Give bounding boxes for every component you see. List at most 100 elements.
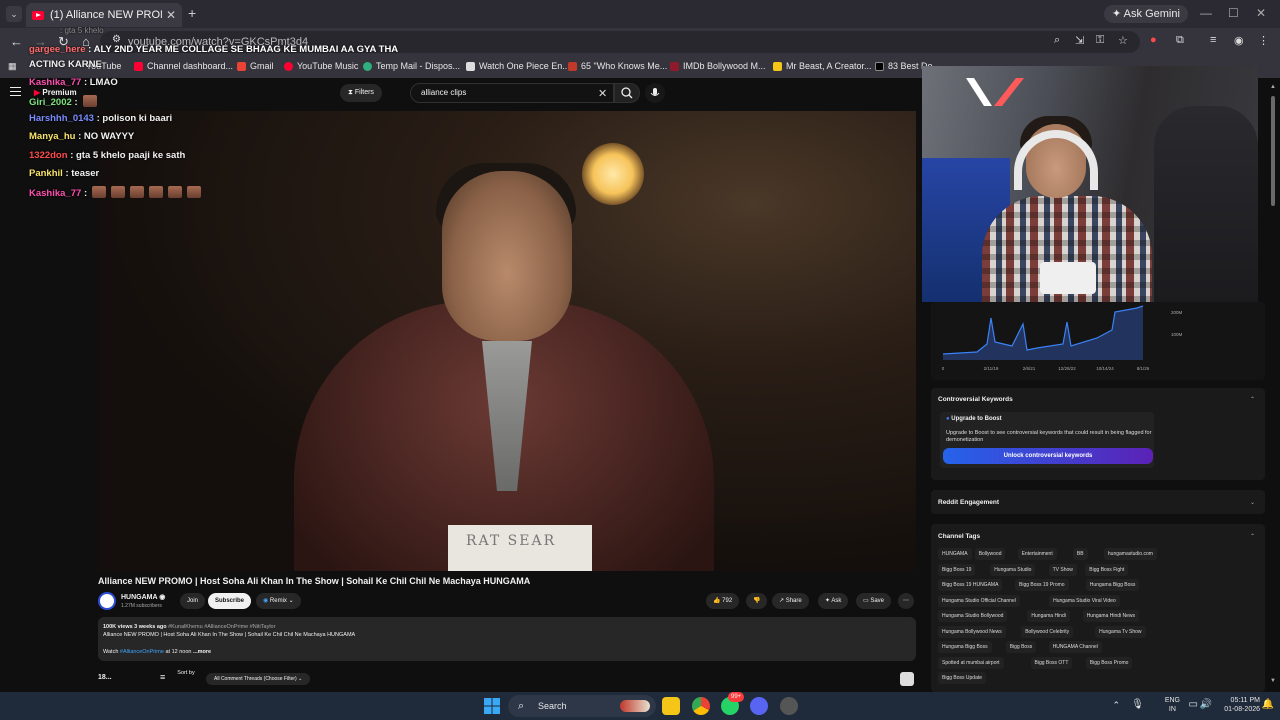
bookmark-gmail[interactable]: Gmail bbox=[237, 61, 274, 71]
ask-button[interactable]: ✦ Ask bbox=[818, 593, 849, 609]
channel-tag[interactable]: Bollywood bbox=[974, 548, 1006, 560]
scroll-up-arrow[interactable]: ▲ bbox=[1270, 84, 1276, 90]
channel-tag[interactable]: Hungama Bigg Boss bbox=[938, 641, 992, 653]
sort-icon[interactable]: ≡ bbox=[160, 672, 165, 682]
video-description[interactable]: 100K views 3 weeks ago #KunalKhemu #Alli… bbox=[98, 617, 916, 661]
close-window-button[interactable]: ✕ bbox=[1256, 6, 1266, 20]
profile-avatar[interactable]: ◉ bbox=[1234, 34, 1244, 47]
sort-by-button[interactable]: Sort by bbox=[176, 670, 196, 676]
maximize-button[interactable]: ☐ bbox=[1228, 6, 1239, 20]
channel-tag[interactable]: Bigg Boss 19 HUNGAMA bbox=[938, 579, 1003, 591]
back-button[interactable]: ← bbox=[10, 34, 23, 49]
new-tab-button[interactable]: + bbox=[188, 5, 196, 21]
bookmark-imdb[interactable]: IMDb Bollywood M... bbox=[670, 61, 766, 71]
more-actions-button[interactable]: ⋯ bbox=[898, 593, 914, 609]
discord-icon[interactable] bbox=[750, 697, 768, 715]
channel-tag[interactable]: Hungama Studio Official Channel bbox=[938, 594, 1020, 607]
bookmark-temp-mail[interactable]: Temp Mail - Dispos... bbox=[363, 61, 460, 71]
filters-button[interactable]: ⧗ Filters bbox=[340, 84, 382, 102]
ask-gemini-button[interactable]: ✦ Ask Gemini bbox=[1104, 5, 1188, 23]
bookmark-one-piece[interactable]: Watch One Piece En... bbox=[466, 61, 570, 71]
close-tab-icon[interactable]: ✕ bbox=[166, 8, 176, 22]
video-player[interactable]: RAT SEAR bbox=[98, 111, 916, 571]
volume-icon[interactable]: 🔊 bbox=[1200, 699, 1212, 710]
zoom-icon[interactable]: ⌕ bbox=[1054, 34, 1060, 47]
extensions-icon[interactable]: ⧉ bbox=[1176, 34, 1184, 47]
channel-tag[interactable]: Hungama Studio Bollywood bbox=[938, 610, 1008, 622]
extension-corner-icon[interactable] bbox=[900, 672, 914, 686]
language-indicator[interactable]: ENG IN bbox=[1165, 696, 1180, 714]
scroll-down-arrow[interactable]: ▼ bbox=[1270, 678, 1276, 684]
search-input[interactable]: alliance clips bbox=[410, 83, 614, 103]
bookmark-youtube-music[interactable]: YouTube Music bbox=[284, 61, 358, 71]
notification-bell-icon[interactable]: 🔔 bbox=[1262, 699, 1274, 710]
channel-tag[interactable]: Hungama Studio bbox=[990, 563, 1036, 576]
channel-tag[interactable]: Entertainment bbox=[1017, 548, 1057, 560]
extension-icon[interactable]: ● bbox=[1150, 34, 1157, 46]
channel-tag[interactable]: Bigg Boss OTT bbox=[1030, 656, 1073, 669]
network-icon[interactable]: ▭ bbox=[1189, 699, 1198, 710]
clock[interactable]: 05:11 PM 01-08-2026 bbox=[1224, 696, 1260, 714]
install-icon[interactable]: ⇲ bbox=[1075, 34, 1084, 47]
channel-tag[interactable]: Hungama Bollywood News bbox=[938, 625, 1006, 638]
windows-start-icon[interactable] bbox=[483, 697, 501, 715]
taskbar-search[interactable]: ⌕ Search bbox=[508, 695, 656, 717]
chevron-up-icon[interactable]: ⌃ bbox=[1112, 700, 1120, 711]
channel-tag[interactable]: Hungama Hindi bbox=[1027, 610, 1070, 622]
channel-tag[interactable]: Hungama Tv Show bbox=[1095, 625, 1146, 638]
channel-tag[interactable]: Bigg Boss 19 Promo bbox=[1015, 579, 1069, 591]
bookmark-channel-dashboard[interactable]: Channel dashboard... bbox=[134, 61, 233, 71]
chevron-up-icon[interactable]: ⌃ bbox=[1250, 396, 1255, 403]
hamburger-menu-icon[interactable] bbox=[10, 87, 21, 96]
join-button[interactable]: Join bbox=[180, 593, 206, 609]
apps-icon[interactable]: ▦ bbox=[8, 61, 17, 72]
chrome-icon[interactable] bbox=[692, 697, 710, 715]
channel-tag[interactable]: Bigg Boss 19 bbox=[938, 563, 976, 576]
channel-tag[interactable]: Bigg Boss Fight bbox=[1085, 563, 1129, 576]
channel-tag[interactable]: Hungama Hindi News bbox=[1082, 610, 1140, 622]
channel-tag[interactable]: Bigg Boss Promo bbox=[1085, 656, 1133, 669]
media-icon[interactable]: ≡ bbox=[1210, 34, 1216, 46]
comment-filter-dropdown[interactable]: All Comment Threads (Choose Filter) ⌄ bbox=[206, 673, 311, 685]
file-explorer-icon[interactable] bbox=[662, 697, 680, 715]
channel-tag[interactable]: Bigg Boss bbox=[1005, 641, 1037, 653]
channel-tag[interactable]: hungamastudio.com bbox=[1103, 548, 1157, 560]
clear-search-icon[interactable]: ✕ bbox=[598, 87, 607, 100]
channel-tag[interactable]: Hungama Studio Viral Video bbox=[1049, 594, 1120, 607]
channel-tag[interactable]: HUNGAMA bbox=[938, 548, 972, 560]
unlock-keywords-button[interactable]: Unlock controversial keywords bbox=[943, 448, 1153, 464]
channel-tag[interactable]: Bigg Boss Update bbox=[938, 672, 987, 684]
like-button[interactable]: 👍 792 bbox=[706, 593, 740, 609]
chevron-down-icon[interactable]: ⌄ bbox=[1250, 499, 1255, 506]
menu-dots-icon[interactable]: ⋮ bbox=[1258, 34, 1269, 47]
channel-tag[interactable]: TV Show bbox=[1048, 563, 1077, 576]
search-button[interactable] bbox=[614, 83, 640, 103]
page-scrollbar[interactable]: ▲ ▼ bbox=[1270, 84, 1276, 688]
minimize-button[interactable]: — bbox=[1200, 6, 1212, 20]
share-button[interactable]: ↗ Share bbox=[772, 593, 809, 609]
bookmark-mr-beast[interactable]: Mr Beast, A Creator... bbox=[773, 61, 872, 71]
channel-avatar[interactable] bbox=[98, 592, 116, 610]
bookmark-star-icon[interactable]: ☆ bbox=[1118, 34, 1128, 47]
scrollbar-thumb[interactable] bbox=[1271, 96, 1275, 206]
bookmark-who-knows-me[interactable]: 65 "Who Knows Me... bbox=[568, 61, 667, 71]
channel-tag[interactable]: Spotted at mumbai airport bbox=[938, 656, 1004, 669]
channel-tag[interactable]: Hungama Bigg Boss bbox=[1085, 579, 1140, 591]
tab-youtube[interactable]: (1) Alliance NEW PROMO | Hos ✕ bbox=[26, 3, 182, 27]
more-link[interactable]: ...more bbox=[193, 649, 211, 655]
channel-tag[interactable]: BB bbox=[1072, 548, 1088, 560]
reddit-engagement-card[interactable]: Reddit Engagement ⌄ bbox=[931, 490, 1265, 514]
password-icon[interactable]: ⚿ bbox=[1096, 34, 1104, 47]
tab-search-button[interactable]: ⌄ bbox=[6, 6, 22, 22]
save-button[interactable]: ▭ Save bbox=[856, 593, 892, 609]
hashtag-link[interactable]: #AllianceOnPrime bbox=[120, 649, 164, 655]
channel-tag[interactable]: HUNGAMA Channel bbox=[1048, 641, 1102, 653]
dislike-button[interactable]: 👎 bbox=[746, 593, 768, 609]
obs-icon[interactable] bbox=[780, 697, 798, 715]
voice-search-button[interactable] bbox=[645, 83, 665, 103]
chevron-up-icon[interactable]: ⌃ bbox=[1250, 533, 1255, 540]
channel-tag[interactable]: Bollywood Celebrity bbox=[1021, 625, 1074, 638]
subscribe-button[interactable]: Subscribe bbox=[208, 593, 252, 609]
remix-button[interactable]: ◉ Remix ⌄ bbox=[256, 593, 301, 609]
microphone-icon[interactable]: 🎙 bbox=[1131, 699, 1144, 710]
